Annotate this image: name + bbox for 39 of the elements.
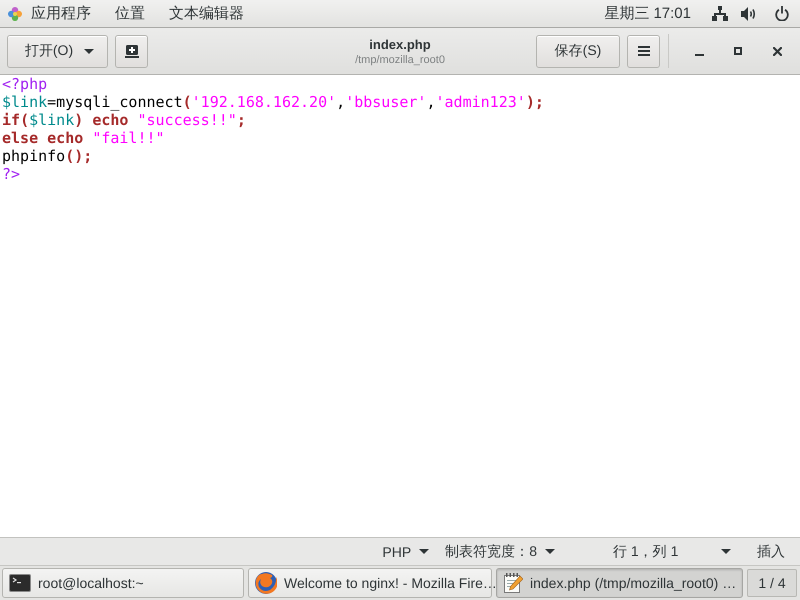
- caret-icon: [721, 549, 731, 554]
- top-menu[interactable]: 应用程序: [8, 0, 103, 27]
- save-button[interactable]: 保存(S): [536, 34, 620, 68]
- caret-icon: [84, 48, 94, 54]
- code-line: else echo "fail!!": [2, 129, 165, 147]
- menu-button[interactable]: [627, 34, 660, 68]
- flower-icon: [8, 6, 22, 20]
- globe-icon: [255, 572, 277, 594]
- cursor-position-button[interactable]: 行 1，列 1: [603, 538, 743, 565]
- code-line: phpinfo();: [2, 147, 92, 165]
- power-icon[interactable]: [775, 6, 789, 21]
- notepad-pencil-icon: [503, 573, 523, 593]
- caret-icon: [545, 549, 555, 554]
- terminal-icon: [9, 574, 31, 592]
- top-menu[interactable]: 位置: [103, 0, 157, 27]
- taskbar-item[interactable]: index.php (/tmp/mozilla_root0) …: [496, 568, 743, 598]
- close-icon: [772, 46, 782, 56]
- dropdown-button[interactable]: PHP: [374, 538, 438, 565]
- code-line: if($link) echo "success!!";: [2, 111, 246, 129]
- open-button[interactable]: 打开(O): [7, 34, 108, 68]
- window-subtitle: /tmp/mozilla_root0: [355, 54, 445, 66]
- top-menu[interactable]: 文本编辑器: [157, 0, 256, 27]
- clock[interactable]: 星期三 17:01: [604, 0, 691, 27]
- maximize-icon: [734, 47, 742, 55]
- dropdown-button[interactable]: 制表符宽度：8: [437, 538, 563, 565]
- taskbar-item[interactable]: root@localhost:~: [2, 568, 244, 598]
- plus-tile-icon: [124, 44, 138, 58]
- minimize-icon: [694, 54, 704, 56]
- volume-icon[interactable]: [741, 6, 757, 20]
- window-title: index.php: [369, 36, 431, 52]
- code-line: $link=mysqli_connect('192.168.162.20','bbsuser','admin123');: [2, 93, 544, 111]
- caret-icon: [419, 549, 430, 554]
- insert-mode-label: 插入: [757, 542, 785, 560]
- code-line: <?php: [2, 75, 48, 93]
- code-line: ?>: [2, 165, 20, 183]
- new-document-button[interactable]: [115, 34, 148, 68]
- network-icon[interactable]: [712, 6, 728, 21]
- menu-icon: [638, 46, 650, 56]
- workspace-switcher[interactable]: 1 / 4: [747, 569, 797, 597]
